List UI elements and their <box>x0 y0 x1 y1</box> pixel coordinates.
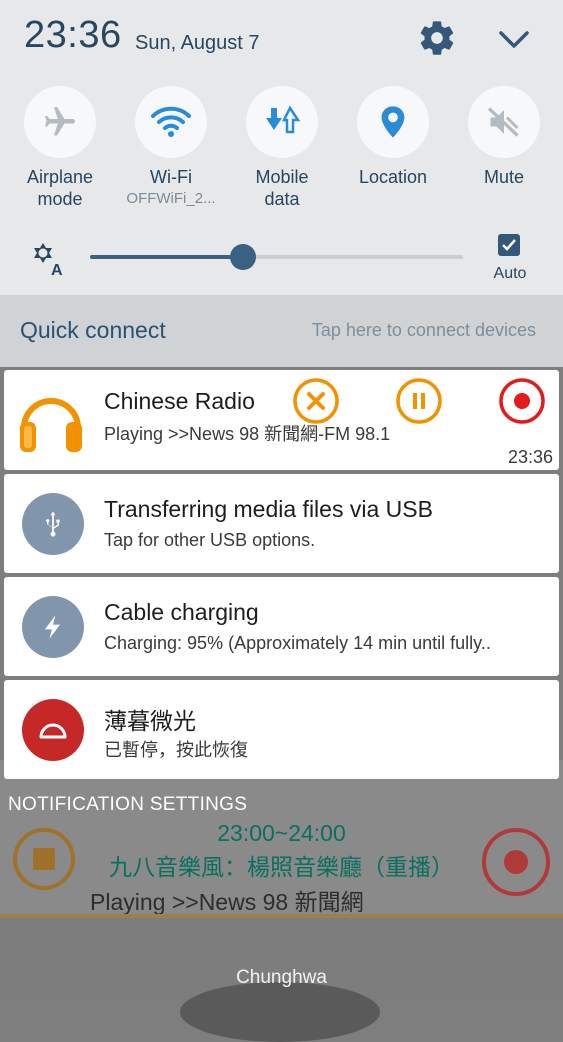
record-button[interactable] <box>497 376 547 426</box>
tile-label: Mute <box>483 167 525 187</box>
pause-button[interactable] <box>394 376 444 426</box>
tile-label: Location <box>358 167 428 187</box>
notification-text: 已暫停，按此恢復 <box>104 740 248 760</box>
tile-label: Airplane mode <box>26 167 94 209</box>
charging-icon <box>22 596 84 658</box>
notification-cable-charging[interactable]: Cable charging Charging: 95% (Approximat… <box>4 577 559 676</box>
background-program-title: 九八音樂風：楊照音樂廳（重播） <box>109 854 454 880</box>
wifi-icon <box>135 86 207 158</box>
location-icon <box>357 86 429 158</box>
mute-icon <box>468 86 540 158</box>
mobile-data-icon <box>246 86 318 158</box>
notification-chinese-radio[interactable]: Chinese Radio Playing >>News 98 新聞網-FM 9… <box>4 370 559 470</box>
brightness-slider-thumb[interactable] <box>229 244 256 270</box>
tile-location[interactable]: Location <box>338 86 448 188</box>
brightness-slider-fill <box>90 255 243 259</box>
tile-mobile-data[interactable]: Mobile data <box>227 86 337 210</box>
background-time-range: 23:00~24:00 <box>217 820 346 846</box>
tile-wifi[interactable]: Wi-Fi OFFWiFi_2... <box>116 86 226 210</box>
quick-connect-hint: Tap here to connect devices <box>311 320 536 340</box>
usb-icon <box>22 493 84 555</box>
notification-title: Chinese Radio <box>104 388 255 414</box>
tile-label: Wi-Fi <box>150 167 192 187</box>
notification-twilight[interactable]: 薄暮微光 已暫停，按此恢復 <box>4 680 559 779</box>
headphones-icon <box>14 386 88 456</box>
status-date: Sun, August 7 <box>135 32 260 54</box>
tile-label: Mobile data <box>255 167 309 209</box>
notification-text: Charging: 95% (Approximately 14 min unti… <box>104 633 491 653</box>
carrier-label: Chunghwa <box>236 967 327 988</box>
tile-mute[interactable]: Mute <box>449 86 559 188</box>
close-button[interactable] <box>291 376 341 426</box>
airplane-icon <box>24 86 96 158</box>
notification-settings-link[interactable]: NOTIFICATION SETTINGS <box>8 794 247 816</box>
quick-connect-title: Quick connect <box>20 317 166 343</box>
brightness-auto-icon[interactable]: A <box>27 238 67 279</box>
auto-brightness-label: Auto <box>493 265 527 282</box>
auto-brightness-checkbox[interactable] <box>498 234 520 256</box>
notification-title: 薄暮微光 <box>104 708 196 734</box>
collapse-chevron-icon[interactable] <box>495 22 533 56</box>
notification-text: Playing >>News 98 新聞網-FM 98.1 <box>104 424 391 444</box>
notification-title: Cable charging <box>104 599 259 625</box>
background-arc <box>180 982 380 1042</box>
notification-usb[interactable]: Transferring media files via USB Tap for… <box>4 474 559 573</box>
notification-time: 23:36 <box>507 447 553 467</box>
svg-text:A: A <box>51 262 63 278</box>
background-playing-text: Playing >>News 98 新聞網 <box>90 889 364 915</box>
tile-airplane-mode[interactable]: Airplane mode <box>5 86 115 210</box>
twilight-icon <box>22 699 84 761</box>
notification-text: Tap for other USB options. <box>104 530 316 550</box>
tile-sublabel: OFFWiFi_2... <box>126 190 216 207</box>
notification-title: Transferring media files via USB <box>104 496 433 522</box>
status-clock: 23:36 <box>24 14 122 56</box>
settings-gear-icon[interactable] <box>417 18 457 58</box>
